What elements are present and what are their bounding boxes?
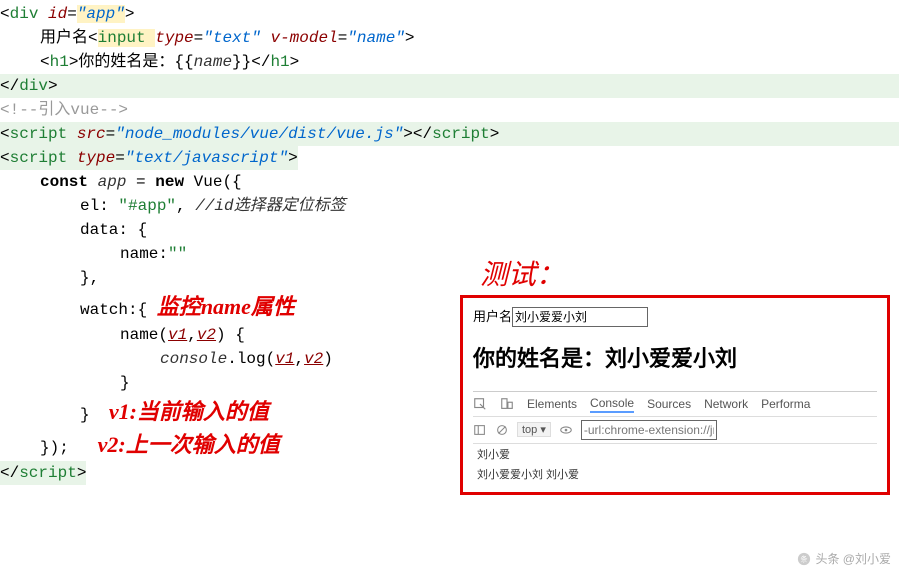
code-line: el: "#app", //id选择器定位标签 xyxy=(0,194,899,218)
code-line: </div> xyxy=(0,74,899,98)
console-log: 刘小爱 xyxy=(473,444,877,464)
svg-text:条: 条 xyxy=(801,554,808,563)
form-row: 用户名 xyxy=(473,306,877,327)
inspect-icon[interactable] xyxy=(473,397,487,411)
eye-icon[interactable] xyxy=(559,423,573,437)
code-line: <script type="text/javascript"> xyxy=(0,146,298,170)
logo-icon: 条 xyxy=(797,552,811,566)
sidebar-toggle-icon[interactable] xyxy=(473,423,487,437)
context-dropdown[interactable]: top ▾ xyxy=(517,422,551,437)
code-line: </script> xyxy=(0,461,86,485)
code-line: <div id="app"> xyxy=(0,2,899,26)
clear-icon[interactable] xyxy=(495,423,509,437)
code-line: const app = new Vue({ xyxy=(0,170,899,194)
devtools-panel: Elements Console Sources Network Perform… xyxy=(473,391,877,484)
code-line: data: { xyxy=(0,218,899,242)
code-line: 用户名<input type="text" v-model="name"> xyxy=(0,26,899,50)
console-log: 刘小爱爱小刘 刘小爱 xyxy=(473,464,877,484)
tab-console[interactable]: Console xyxy=(590,396,634,413)
annotation-v1: v1:当前输入的值 xyxy=(109,399,269,424)
watermark: 条 头条 @刘小爱 xyxy=(797,550,891,567)
code-line: <h1>你的姓名是：{{name}}</h1> xyxy=(0,50,899,74)
code-line: }, xyxy=(0,266,899,290)
tab-network[interactable]: Network xyxy=(704,397,748,411)
test-heading: 测试： xyxy=(480,253,564,293)
tab-performance[interactable]: Performa xyxy=(761,397,810,411)
name-input[interactable] xyxy=(512,307,648,327)
tab-sources[interactable]: Sources xyxy=(647,397,691,411)
annotation-watch: 监控name属性 xyxy=(157,294,295,319)
code-line: name:"" xyxy=(0,242,899,266)
code-line: <script src="node_modules/vue/dist/vue.j… xyxy=(0,122,899,146)
device-icon[interactable] xyxy=(500,397,514,411)
form-label: 用户名 xyxy=(473,309,512,324)
annotation-v2: v2:上一次输入的值 xyxy=(98,432,280,457)
filter-input[interactable] xyxy=(581,420,717,440)
result-heading: 你的姓名是：刘小爱爱小刘 xyxy=(473,341,877,373)
devtools-tabs: Elements Console Sources Network Perform… xyxy=(473,396,877,417)
code-comment: <!--引入vue--> xyxy=(0,98,899,122)
test-panel: 用户名 你的姓名是：刘小爱爱小刘 Elements Console Source… xyxy=(460,295,890,495)
tab-elements[interactable]: Elements xyxy=(527,397,577,411)
devtools-toolbar: top ▾ xyxy=(473,417,877,444)
